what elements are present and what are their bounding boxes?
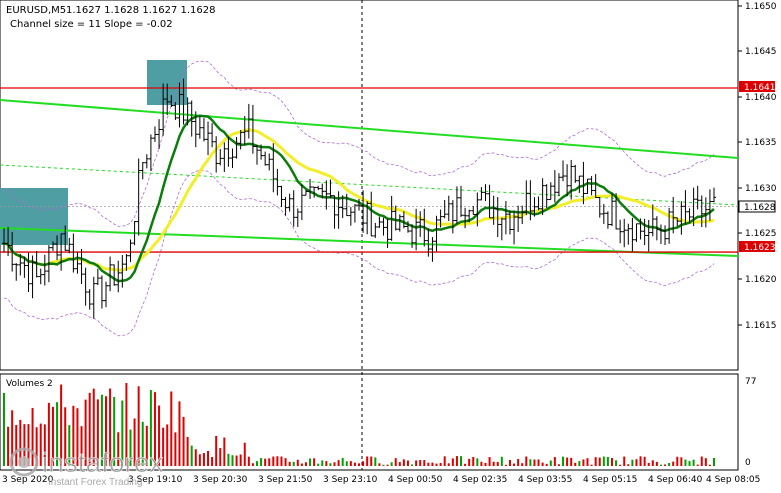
price-tick-label: 1.1635 bbox=[745, 138, 777, 148]
time-label: 3 Sep 20:30 bbox=[193, 475, 248, 485]
time-label: 4 Sep 08:05 bbox=[706, 475, 760, 485]
time-label: 4 Sep 05:15 bbox=[583, 475, 637, 485]
watermark-tagline: Instant Forex Trading bbox=[48, 477, 143, 488]
watermark-brand: instaforex bbox=[42, 447, 163, 478]
current-price-label: 1.1628 bbox=[744, 203, 776, 213]
time-label: 4 Sep 02:35 bbox=[453, 475, 507, 485]
upper-level-label: 1.1641 bbox=[744, 83, 776, 93]
price-tick-label: 1.1625 bbox=[745, 229, 777, 239]
price-tick-label: 1.1640 bbox=[745, 93, 777, 103]
time-label: 3 Sep 21:50 bbox=[258, 475, 313, 485]
price-bars bbox=[2, 78, 716, 319]
lower-level-label: 1.1623 bbox=[744, 243, 776, 253]
price-axis: 1.1650 1.1645 1.1640 1.1635 1.1630 1.162… bbox=[738, 2, 777, 331]
price-tick-label: 1.1650 bbox=[745, 2, 777, 12]
time-label: 3 Sep 23:10 bbox=[323, 475, 378, 485]
volume-max-label: 77 bbox=[745, 377, 756, 387]
channel-upper bbox=[0, 99, 739, 159]
header-symbol: EURUSD,M5 bbox=[6, 5, 66, 16]
trading-chart[interactable]: EURUSD,M5 1.1627 1.1628 1.1627 1.1628 Ch… bbox=[0, 0, 781, 489]
time-label: 4 Sep 06:40 bbox=[648, 475, 703, 485]
price-panel-frame bbox=[0, 0, 739, 371]
price-tick-label: 1.1615 bbox=[745, 321, 777, 331]
price-tick-label: 1.1630 bbox=[745, 184, 777, 194]
price-levels bbox=[0, 87, 738, 253]
time-label: 4 Sep 00:50 bbox=[388, 475, 443, 485]
channel-info: Channel size = 11 Slope = -0.02 bbox=[10, 19, 173, 30]
highlight-box-left bbox=[0, 188, 68, 245]
header-ohlc: 1.1627 1.1628 1.1627 1.1628 bbox=[66, 5, 216, 16]
volume-min-label: 0 bbox=[745, 458, 751, 468]
chart-canvas[interactable]: EURUSD,M5 1.1627 1.1628 1.1627 1.1628 Ch… bbox=[0, 0, 781, 489]
price-tick-label: 1.1620 bbox=[745, 275, 777, 285]
price-tick-label: 1.1645 bbox=[745, 47, 777, 57]
time-label: 4 Sep 03:55 bbox=[518, 475, 572, 485]
volumes-label: Volumes 2 bbox=[6, 379, 53, 389]
moving-averages bbox=[3, 114, 715, 283]
trend-channel bbox=[0, 99, 739, 257]
